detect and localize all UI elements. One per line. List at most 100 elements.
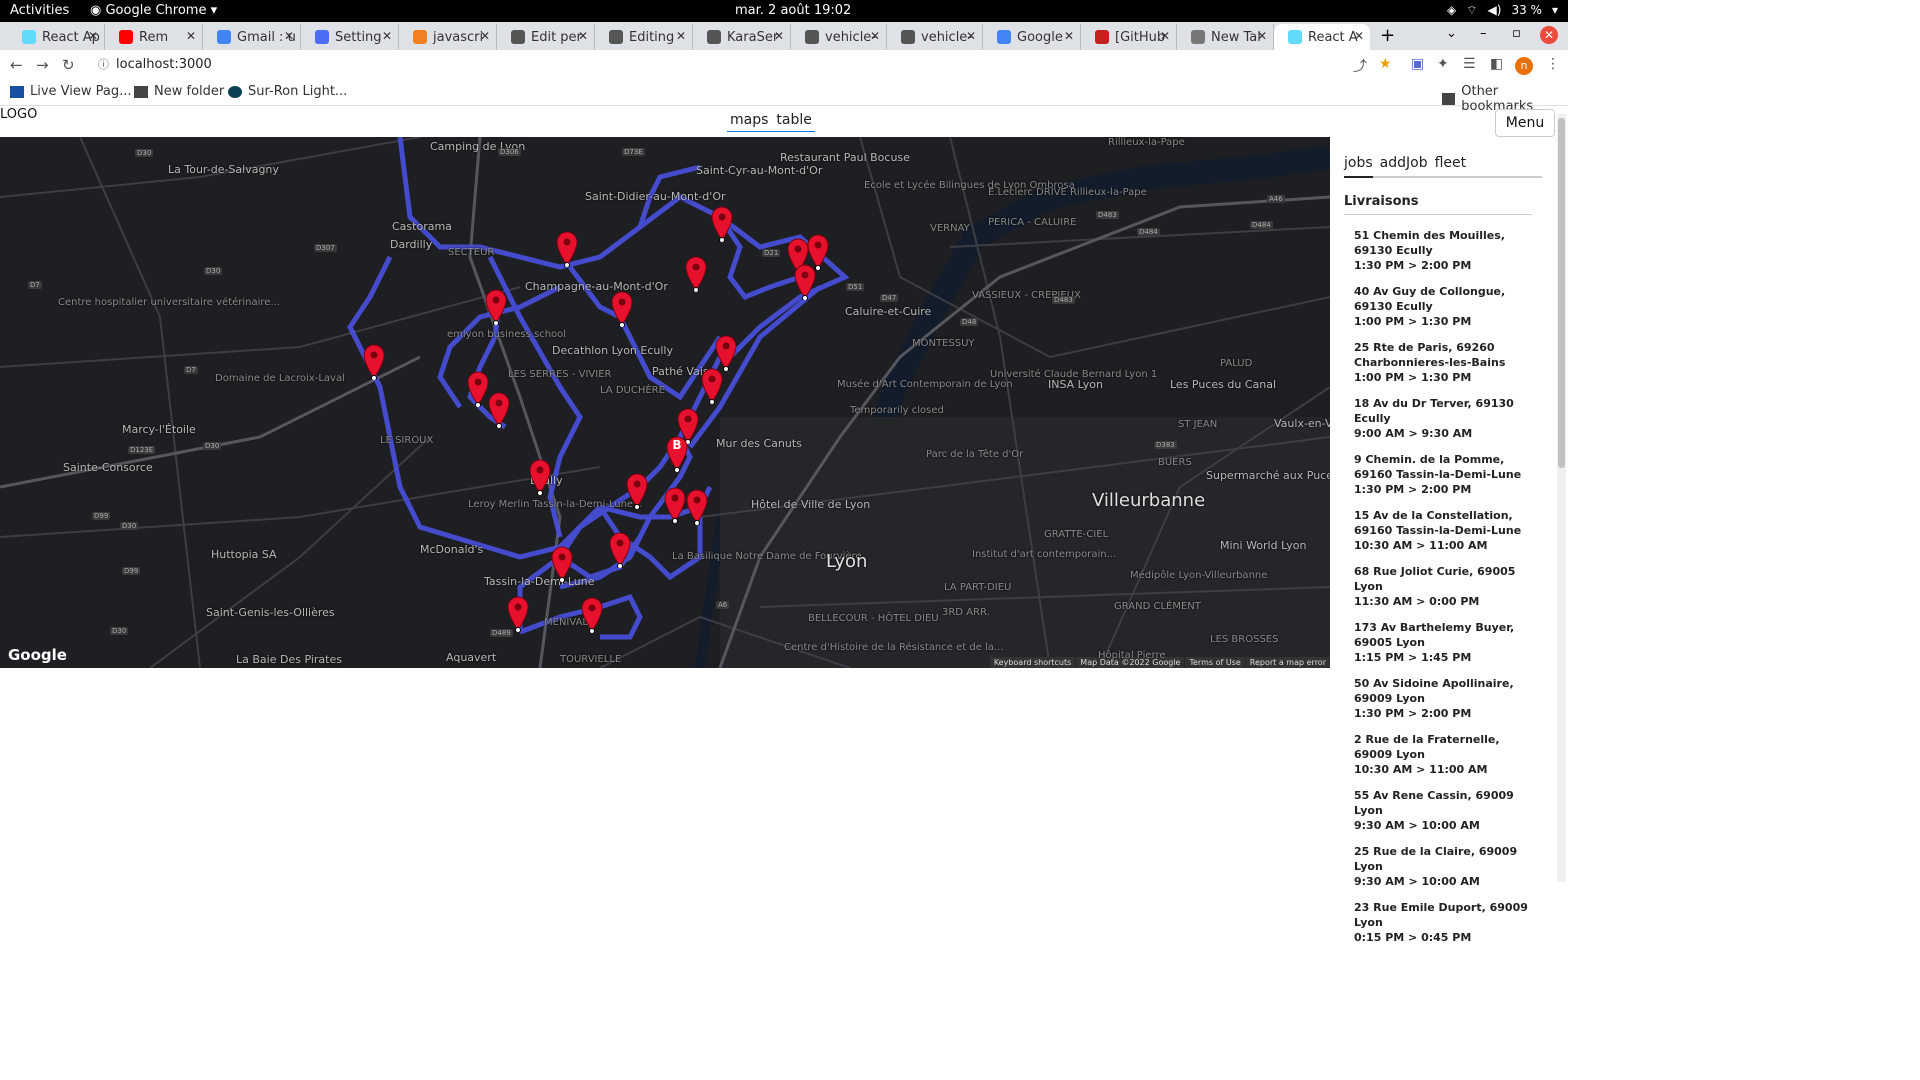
delivery-marker[interactable] [715,335,737,371]
job-item[interactable]: 9 Chemin. de la Pomme, 69160 Tassin-la-D… [1354,452,1534,497]
delivery-marker[interactable] [686,489,708,525]
job-item[interactable]: 25 Rte de Paris, 69260 Charbonnieres-les… [1354,340,1534,385]
browser-tab[interactable]: React A ✕ [1274,24,1370,50]
tab-table[interactable]: table [776,112,811,128]
close-tab-icon[interactable]: ✕ [1354,29,1364,43]
job-item[interactable]: 68 Rue Joliot Curie, 69005 Lyon 11:30 AM … [1354,564,1534,609]
back-icon[interactable]: ← [10,56,23,74]
keyboard-shortcuts-link[interactable]: Keyboard shortcuts [989,657,1076,668]
browser-tab[interactable]: KaraSer ✕ [693,24,791,50]
bookmark-star-icon[interactable]: ★ [1379,56,1392,72]
site-info-icon[interactable]: ⓘ [98,53,109,77]
menu-button[interactable]: Menu [1495,109,1555,137]
app-menu[interactable]: ◉ Google Chrome ▾ [90,3,217,18]
job-item[interactable]: 15 Av de la Constellation, 69160 Tassin-… [1354,508,1534,553]
job-item[interactable]: 50 Av Sidoine Apollinaire, 69009 Lyon 1:3… [1354,676,1534,721]
delivery-marker[interactable] [485,289,507,325]
delivery-marker[interactable] [529,459,551,495]
delivery-marker[interactable] [581,597,603,633]
job-item[interactable]: 40 Av Guy de Collongue, 69130 Ecully 1:00… [1354,284,1534,329]
delivery-marker[interactable] [467,371,489,407]
delivery-marker[interactable] [701,368,723,404]
browser-tab[interactable]: Gmail : u ✕ [203,24,301,50]
reading-list-icon[interactable]: ☰ [1463,56,1476,72]
browser-tab[interactable]: New Tal ✕ [1177,24,1274,50]
job-item[interactable]: 55 Av Rene Cassin, 69009 Lyon 9:30 AM > 1… [1354,788,1534,833]
delivery-marker[interactable] [556,231,578,267]
delivery-marker[interactable] [507,596,529,632]
browser-tab[interactable]: vehicle- ✕ [887,24,983,50]
map-view[interactable]: Google Keyboard shortcuts Map Data ©2022… [0,137,1330,668]
tab-search-icon[interactable]: ⌄ [1446,26,1457,41]
translate-icon[interactable]: ▣ [1411,56,1424,72]
forward-icon[interactable]: → [36,56,49,74]
job-item[interactable]: 25 Rue de la Claire, 69009 Lyon 9:30 AM >… [1354,844,1534,889]
minimize-icon[interactable]: – [1480,26,1487,41]
job-item[interactable]: 173 Av Barthelemy Buyer, 69005 Lyon 1:15 … [1354,620,1534,665]
close-tab-icon[interactable]: ✕ [870,29,880,43]
bookmark-live-view[interactable]: Live View Pag... [10,84,132,99]
browser-tab[interactable]: vehicle- ✕ [791,24,887,50]
extensions-icon[interactable]: ✦ [1437,56,1449,72]
tab-addjob[interactable]: addJob [1380,155,1428,171]
close-tab-icon[interactable]: ✕ [88,29,98,43]
browser-tab[interactable]: Edit per ✕ [497,24,595,50]
base-marker[interactable]: B [666,436,688,472]
close-tab-icon[interactable]: ✕ [578,29,588,43]
report-error-link[interactable]: Report a map error [1245,657,1330,668]
browser-tab[interactable]: Editing ✕ [595,24,693,50]
delivery-marker[interactable] [611,291,633,327]
close-tab-icon[interactable]: ✕ [284,29,294,43]
clock[interactable]: mar. 2 août 19:02 [735,3,851,18]
delivery-marker[interactable] [626,473,648,509]
profile-avatar[interactable]: n [1515,57,1533,75]
terms-link[interactable]: Terms of Use [1185,657,1245,668]
road-badge: D123E [128,446,156,454]
close-tab-icon[interactable]: ✕ [1160,29,1170,43]
tab-favicon-icon [1095,30,1109,44]
close-tab-icon[interactable]: ✕ [186,29,196,43]
delivery-marker[interactable] [363,344,385,380]
tab-maps[interactable]: maps [730,112,768,128]
delivery-marker[interactable] [685,256,707,292]
browser-tab[interactable]: javascri ✕ [399,24,497,50]
delivery-marker[interactable] [609,532,631,568]
close-tab-icon[interactable]: ✕ [676,29,686,43]
job-item[interactable]: 51 Chemin des Mouilles, 69130 Ecully 1:30… [1354,228,1534,273]
job-item[interactable]: 23 Rue Emile Duport, 69009 Lyon 0:15 PM >… [1354,900,1534,945]
activities-button[interactable]: Activities [10,3,69,18]
bookmark-new-folder[interactable]: New folder [134,84,224,99]
delivery-marker[interactable] [488,392,510,428]
browser-tab[interactable]: Google ✕ [983,24,1081,50]
close-tab-icon[interactable]: ✕ [774,29,784,43]
side-panel-icon[interactable]: ◧ [1490,56,1503,72]
close-window-icon[interactable]: ✕ [1540,26,1558,44]
delivery-marker[interactable] [711,206,733,242]
new-tab-button[interactable]: + [1380,25,1395,46]
address-bar[interactable]: ⓘ localhost:3000 [90,53,1345,77]
system-tray[interactable]: ◈ ⌔ ◀) 33 % ▾ [1447,3,1558,18]
job-item[interactable]: 18 Av du Dr Terver, 69130 Ecully 9:00 AM … [1354,396,1534,441]
close-tab-icon[interactable]: ✕ [1257,29,1267,43]
delivery-marker[interactable] [664,487,686,523]
tab-fleet[interactable]: fleet [1435,155,1467,171]
bookmark-sur-ron[interactable]: Sur-Ron Light... [228,84,347,99]
delivery-marker[interactable] [794,264,816,300]
reload-icon[interactable]: ↻ [62,56,75,74]
tab-jobs[interactable]: jobs [1344,155,1373,178]
share-icon[interactable]: ⤴ [1353,56,1367,76]
close-tab-icon[interactable]: ✕ [1064,29,1074,43]
map-place-label: Centre hospitalier universitaire vétérin… [58,297,280,308]
more-menu-icon[interactable]: ⋮ [1546,56,1560,72]
close-tab-icon[interactable]: ✕ [382,29,392,43]
delivery-marker[interactable] [551,546,573,582]
browser-tab[interactable]: Rem ✕ [105,24,203,50]
browser-tab[interactable]: React Ap ✕ [8,24,105,50]
scrollbar-thumb[interactable] [1558,118,1565,468]
close-tab-icon[interactable]: ✕ [480,29,490,43]
restore-icon[interactable]: ▫ [1512,26,1521,41]
close-tab-icon[interactable]: ✕ [966,29,976,43]
browser-tab[interactable]: [GitHub ✕ [1081,24,1177,50]
browser-tab[interactable]: Setting ✕ [301,24,399,50]
job-item[interactable]: 2 Rue de la Fraternelle, 69009 Lyon 10:30… [1354,732,1534,777]
